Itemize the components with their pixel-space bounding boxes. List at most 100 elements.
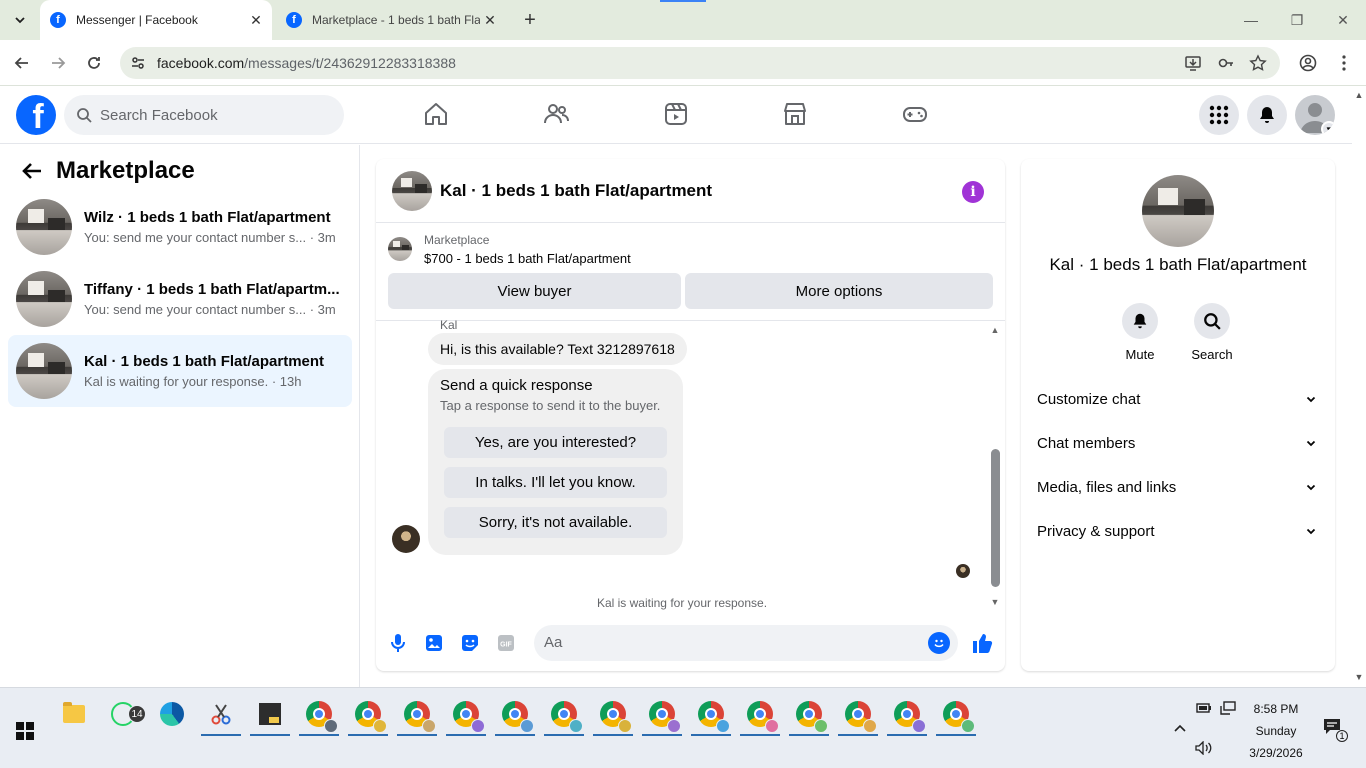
address-bar[interactable]: facebook.com/messages/t/2436291228331838… — [120, 47, 1280, 79]
photo-icon — [426, 635, 442, 651]
chrome-window[interactable] — [346, 694, 390, 736]
install-app-icon[interactable] — [1183, 53, 1203, 73]
account-avatar-button[interactable]: ▼ — [1295, 95, 1335, 135]
quick-response-option[interactable]: Yes, are you interested? — [444, 427, 667, 458]
snipping-tool-app[interactable] — [199, 694, 243, 736]
close-tab-icon[interactable]: ✕ — [480, 10, 500, 30]
menu-button[interactable] — [1199, 95, 1239, 135]
chrome-window[interactable] — [885, 694, 929, 736]
restore-button[interactable]: ❐ — [1274, 0, 1320, 40]
page-scrollbar[interactable]: ▲ ▼ — [1352, 86, 1366, 687]
file-explorer-app[interactable] — [52, 694, 96, 734]
chrome-window[interactable] — [640, 694, 684, 736]
marketplace-title: Marketplace — [56, 157, 195, 184]
listing-price[interactable]: $700 - 1 beds 1 bath Flat/apartment — [424, 251, 631, 266]
nav-friends[interactable] — [542, 100, 570, 128]
back-button[interactable] — [10, 51, 34, 75]
close-window-button[interactable]: ✕ — [1320, 0, 1366, 40]
browser-toolbar: facebook.com/messages/t/2436291228331838… — [0, 40, 1366, 86]
conversation-item-selected[interactable]: Kal · 1 beds 1 bath Flat/apartment Kal i… — [8, 335, 352, 407]
attach-photo-button[interactable] — [422, 631, 446, 655]
chat-scrollbar[interactable]: ▲ ▼ — [989, 325, 1001, 607]
listing-photo[interactable] — [1142, 175, 1214, 247]
site-info-icon[interactable] — [128, 53, 148, 73]
quick-response-title: Send a quick response — [440, 377, 593, 394]
sticker-button[interactable] — [458, 631, 482, 655]
volume-icon[interactable] — [1194, 738, 1214, 758]
chrome-window[interactable] — [738, 694, 782, 736]
chrome-icon — [845, 701, 877, 733]
customize-chat-section[interactable]: Customize chat — [1029, 379, 1327, 419]
scroll-up-icon[interactable]: ▲ — [990, 325, 1000, 335]
browser-tab-marketplace[interactable]: f Marketplace - 1 beds 1 bath Flat ✕ — [276, 0, 506, 40]
chrome-window[interactable] — [395, 694, 439, 736]
nav-marketplace[interactable] — [781, 100, 809, 128]
notification-center-icon[interactable]: 1 — [1322, 716, 1348, 742]
sender-avatar[interactable] — [392, 525, 420, 553]
view-buyer-button[interactable]: View buyer — [388, 273, 681, 309]
info-icon[interactable]: i — [962, 181, 984, 203]
edge-app[interactable] — [150, 694, 194, 734]
chrome-window[interactable] — [444, 694, 488, 736]
chat-members-section[interactable]: Chat members — [1029, 423, 1327, 463]
windows-start-icon[interactable] — [16, 722, 34, 740]
scroll-down-icon[interactable]: ▼ — [1354, 672, 1364, 682]
tab-search-button[interactable] — [8, 8, 32, 32]
arrow-left-icon — [14, 57, 28, 69]
browser-menu-button[interactable] — [1332, 51, 1356, 75]
profile-button[interactable] — [1296, 51, 1320, 75]
privacy-support-section[interactable]: Privacy & support — [1029, 511, 1327, 551]
message-input[interactable] — [544, 634, 904, 651]
search-input[interactable] — [100, 106, 320, 124]
chat-thumbnail[interactable] — [392, 170, 432, 211]
chevron-up-icon[interactable] — [1170, 718, 1190, 738]
chrome-icon — [453, 701, 485, 733]
chrome-window[interactable] — [591, 694, 635, 736]
sticky-notes-app[interactable] — [248, 694, 292, 736]
chat-title[interactable]: Kal · 1 beds 1 bath Flat/apartment — [440, 181, 712, 201]
mute-action[interactable]: Mute — [1110, 303, 1170, 362]
back-arrow-button[interactable] — [16, 155, 48, 187]
gif-button[interactable]: GIF — [494, 631, 518, 655]
system-clock[interactable]: 8:58 PM Sunday 3/29/2026 — [1240, 698, 1312, 764]
conversation-item[interactable]: Wilz · 1 beds 1 bath Flat/apartment You:… — [8, 191, 352, 263]
battery-icon[interactable] — [1194, 698, 1214, 718]
voice-clip-button[interactable] — [386, 631, 410, 655]
facebook-search[interactable] — [64, 95, 344, 135]
quick-response-option[interactable]: In talks. I'll let you know. — [444, 467, 667, 498]
minimize-button[interactable]: — — [1228, 0, 1274, 40]
chrome-window[interactable] — [689, 694, 733, 736]
chrome-window[interactable] — [934, 694, 978, 736]
chrome-window[interactable] — [836, 694, 880, 736]
chrome-window[interactable] — [542, 694, 586, 736]
scroll-down-icon[interactable]: ▼ — [990, 597, 1000, 607]
chrome-window[interactable] — [493, 694, 537, 736]
forward-button[interactable] — [46, 51, 70, 75]
chrome-window[interactable] — [297, 694, 341, 736]
emoji-icon[interactable] — [928, 632, 950, 654]
url-host: facebook.com — [157, 55, 245, 71]
like-button[interactable] — [970, 631, 994, 655]
new-tab-button[interactable]: + — [518, 8, 542, 32]
nav-home[interactable] — [422, 100, 450, 128]
notifications-button[interactable] — [1247, 95, 1287, 135]
nav-gaming[interactable] — [901, 100, 929, 128]
message-bubble[interactable]: Hi, is this available? Text 3212897618 — [428, 333, 687, 365]
facebook-logo[interactable]: f — [16, 95, 56, 135]
search-action[interactable]: Search — [1182, 303, 1242, 362]
chrome-window[interactable] — [787, 694, 831, 736]
scroll-up-icon[interactable]: ▲ — [1354, 90, 1364, 100]
key-icon[interactable] — [1216, 53, 1236, 73]
close-tab-icon[interactable]: ✕ — [246, 10, 266, 30]
bookmark-star-icon[interactable] — [1248, 53, 1268, 73]
nav-video[interactable] — [662, 100, 690, 128]
reload-button[interactable] — [82, 51, 106, 75]
quick-response-option[interactable]: Sorry, it's not available. — [444, 507, 667, 538]
scrollbar-thumb[interactable] — [991, 449, 1000, 587]
more-options-button[interactable]: More options — [685, 273, 993, 309]
browser-tab-messenger[interactable]: f Messenger | Facebook ✕ — [40, 0, 272, 40]
network-icon[interactable] — [1218, 698, 1238, 718]
message-input-box[interactable] — [534, 625, 958, 661]
media-files-links-section[interactable]: Media, files and links — [1029, 467, 1327, 507]
conversation-item[interactable]: Tiffany · 1 beds 1 bath Flat/apartm... Y… — [8, 263, 352, 335]
